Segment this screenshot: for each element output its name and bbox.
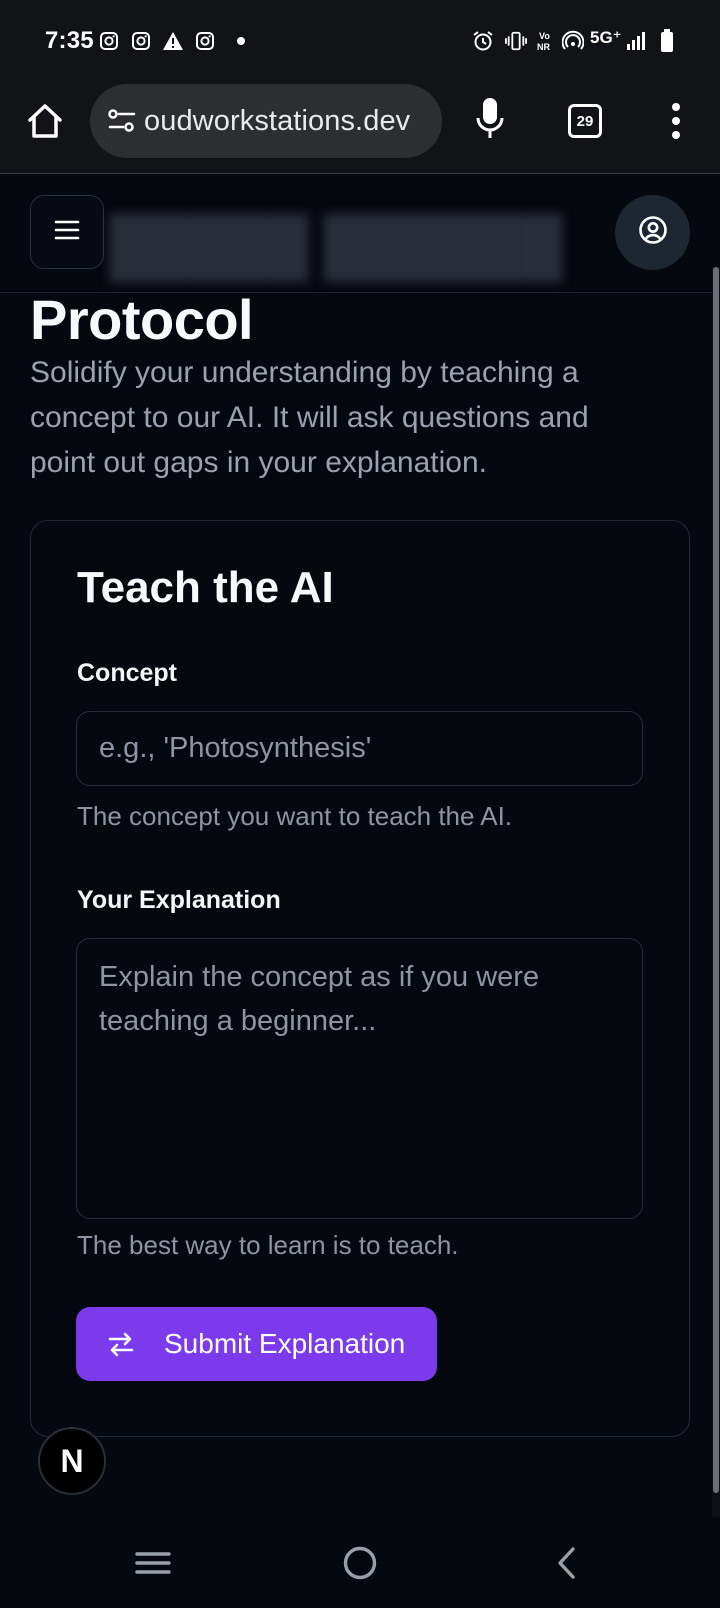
page-title: Protocol bbox=[30, 288, 254, 351]
page-description: Solidify your understanding by teaching … bbox=[30, 356, 589, 479]
home-nav-icon[interactable] bbox=[338, 1541, 382, 1585]
hotspot-icon bbox=[562, 30, 584, 52]
url-text[interactable]: oudworkstations.dev bbox=[144, 101, 430, 141]
user-account-button[interactable] bbox=[615, 195, 690, 270]
status-bar: 7:35 Vo NR 5G⁺ bbox=[0, 0, 720, 84]
battery-icon bbox=[656, 29, 678, 52]
teach-card: Teach the AI Concept The concept you wan… bbox=[30, 520, 690, 1437]
user-avatar-icon bbox=[638, 215, 668, 250]
instagram-icon bbox=[130, 30, 152, 52]
svg-text:Vo: Vo bbox=[539, 31, 550, 41]
card-title: Teach the AI bbox=[77, 563, 334, 612]
warning-icon bbox=[162, 30, 184, 52]
site-settings-icon[interactable] bbox=[107, 106, 137, 136]
instagram-icon bbox=[194, 30, 216, 52]
hamburger-icon bbox=[54, 219, 80, 246]
instagram-icon bbox=[98, 30, 120, 52]
vonr-icon: Vo NR bbox=[535, 30, 557, 52]
network-type: 5G⁺ bbox=[590, 28, 622, 47]
dev-indicator-badge[interactable]: N bbox=[38, 1427, 106, 1495]
explanation-help-text: The best way to learn is to teach. bbox=[77, 1230, 459, 1260]
back-icon[interactable] bbox=[546, 1541, 590, 1585]
system-nav-bar bbox=[0, 1517, 720, 1608]
scrollbar-thumb[interactable] bbox=[713, 267, 719, 1493]
more-options-icon[interactable] bbox=[666, 99, 686, 143]
submit-button-label: Submit Explanation bbox=[164, 1328, 406, 1359]
home-icon[interactable] bbox=[25, 101, 65, 141]
dot-icon bbox=[230, 30, 252, 52]
concept-input[interactable] bbox=[76, 711, 643, 786]
svg-text:NR: NR bbox=[537, 42, 550, 52]
browser-toolbar: oudworkstations.dev 29 bbox=[0, 84, 720, 174]
app-header bbox=[0, 175, 720, 293]
alarm-icon bbox=[472, 30, 494, 52]
submit-explanation-button[interactable]: Submit Explanation bbox=[76, 1307, 437, 1381]
explanation-textarea[interactable] bbox=[76, 938, 643, 1219]
microphone-icon[interactable] bbox=[475, 96, 505, 142]
concept-label: Concept bbox=[77, 659, 177, 687]
status-time: 7:35 bbox=[45, 27, 94, 54]
swap-arrows-icon bbox=[106, 1329, 136, 1359]
vibrate-icon bbox=[505, 30, 527, 52]
recent-apps-icon[interactable] bbox=[131, 1541, 175, 1585]
explanation-label: Your Explanation bbox=[77, 886, 281, 914]
tab-switcher-button[interactable]: 29 bbox=[568, 104, 602, 138]
signal-icon bbox=[626, 30, 648, 52]
page-content: █████ ██████ Protocol Solidify your unde… bbox=[0, 175, 720, 1517]
url-bar[interactable]: oudworkstations.dev bbox=[90, 84, 442, 158]
concept-help-text: The concept you want to teach the AI. bbox=[77, 801, 513, 831]
menu-button[interactable] bbox=[30, 195, 104, 269]
